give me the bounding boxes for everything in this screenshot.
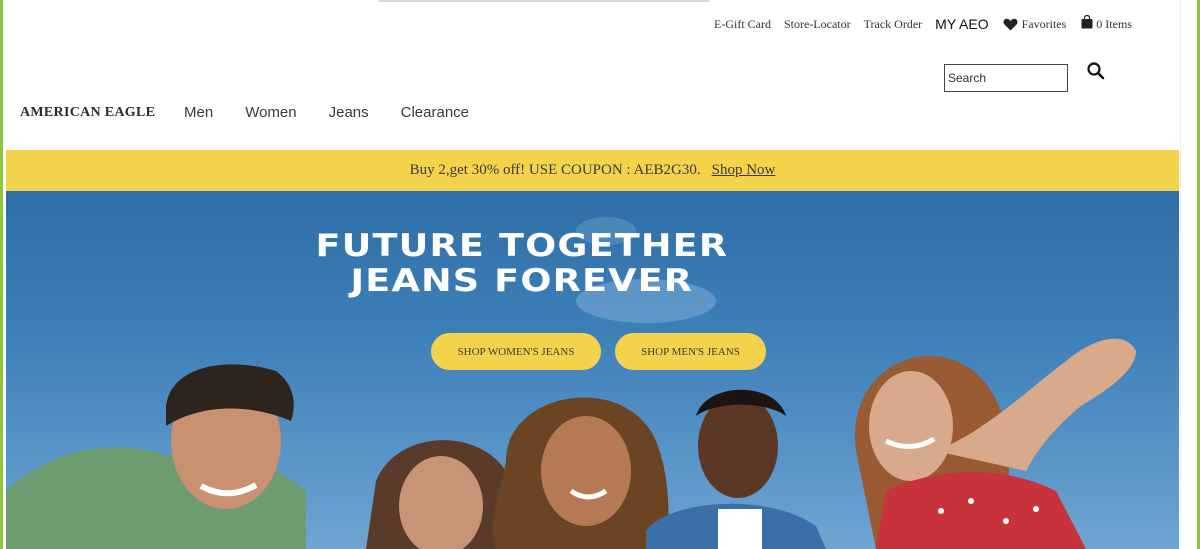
hero-title: FUTURE TOGETHER JEANS FOREVER: [6, 229, 1112, 299]
nav-women[interactable]: Women: [245, 104, 296, 121]
hero-title-line-1: FUTURE TOGETHER: [315, 228, 729, 264]
window-frame-left: [0, 0, 3, 549]
shopping-bag-icon: [1081, 15, 1093, 29]
shop-now-link[interactable]: Shop Now: [712, 162, 776, 179]
promo-text: Buy 2,get 30% off! USE COUPON : AEB2G30.: [409, 162, 701, 178]
cart-link[interactable]: 0 Items: [1081, 15, 1132, 32]
shop-womens-jeans-button[interactable]: SHOP WOMEN'S JEANS: [431, 333, 601, 370]
promo-banner: Buy 2,get 30% off! USE COUPON : AEB2G30.…: [6, 150, 1179, 191]
nav-men[interactable]: Men: [184, 104, 213, 121]
favorites-link[interactable]: Favorites: [1003, 16, 1067, 32]
utility-bar: E-Gift Card Store-Locator Track Order MY…: [714, 14, 1132, 34]
nav-jeans[interactable]: Jeans: [329, 104, 369, 121]
track-order-link[interactable]: Track Order: [864, 17, 923, 32]
scrollbar[interactable]: [1180, 0, 1197, 549]
hero-title-line-2: JEANS FOREVER: [350, 263, 694, 299]
window-top-edge: [378, 0, 710, 2]
search-input[interactable]: [944, 64, 1068, 92]
nav-clearance[interactable]: Clearance: [401, 104, 469, 121]
egift-card-link[interactable]: E-Gift Card: [714, 17, 771, 32]
my-aeo-link[interactable]: MY AEO: [935, 16, 988, 32]
brand-logo[interactable]: AMERICAN EAGLE: [20, 105, 155, 121]
hero-banner: FUTURE TOGETHER JEANS FOREVER SHOP WOMEN…: [6, 191, 1179, 549]
main-nav: Men Women Jeans Clearance: [184, 104, 501, 121]
store-locator-link[interactable]: Store-Locator: [784, 17, 851, 32]
favorites-label: Favorites: [1021, 16, 1067, 31]
heart-icon: [1003, 18, 1018, 31]
cart-count: 0 Items: [1096, 16, 1132, 31]
shop-mens-jeans-button[interactable]: SHOP MEN'S JEANS: [615, 333, 766, 370]
search-icon[interactable]: [1086, 61, 1106, 83]
